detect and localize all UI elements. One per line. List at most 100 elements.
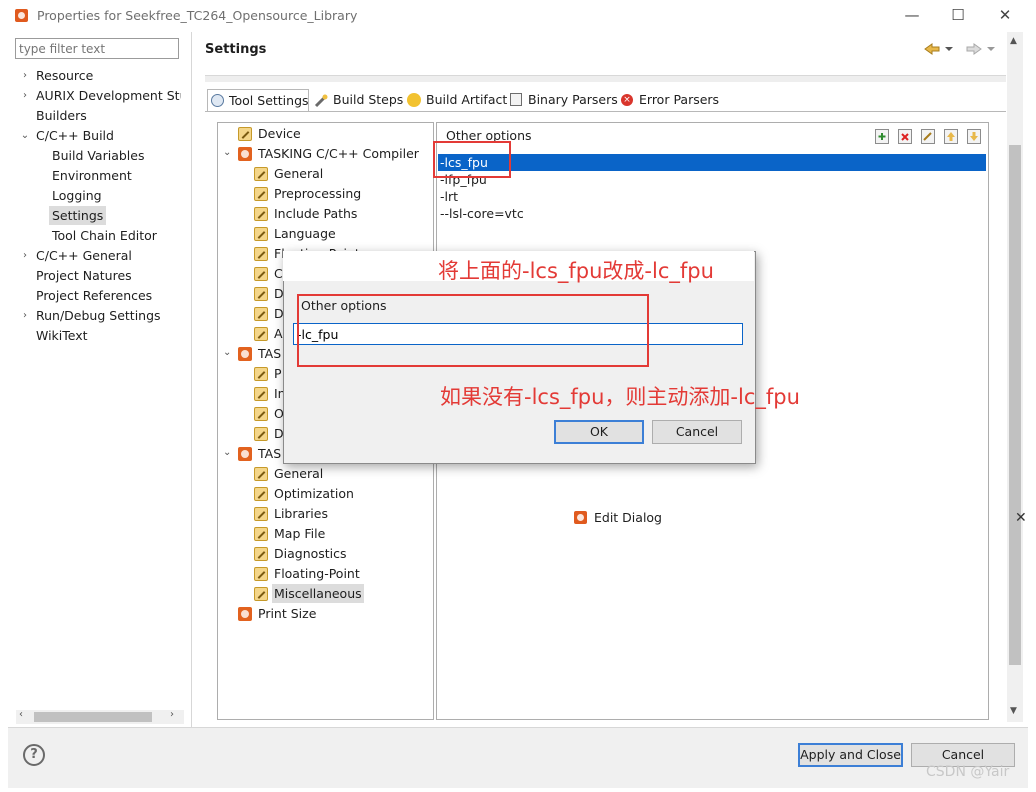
annotation-box-dialog: [297, 294, 649, 367]
option-item[interactable]: -lcs_fpu: [438, 154, 986, 171]
option-item[interactable]: -lrt: [438, 188, 986, 205]
tree-item-language[interactable]: Language: [274, 224, 336, 243]
wrench-icon: [254, 247, 268, 261]
tab-label: Build Steps: [333, 92, 404, 107]
tree-item-compiler[interactable]: TASKING C/C++ Compiler: [258, 144, 419, 163]
edit-option-icon[interactable]: [921, 129, 935, 144]
wrench-icon: [254, 567, 268, 581]
tree-item-general[interactable]: General: [274, 464, 323, 483]
window-title-bar: Properties for Seekfree_TC264_Opensource…: [0, 0, 1036, 32]
history-nav-icons[interactable]: [923, 42, 1001, 56]
tree-item-device[interactable]: Device: [258, 124, 301, 143]
nav-item-logging[interactable]: Logging: [52, 186, 102, 205]
vertical-scroll-thumb[interactable]: [1009, 145, 1021, 665]
tasking-icon: [238, 607, 252, 621]
dialog-close-icon[interactable]: ✕: [1015, 510, 1027, 526]
collapse-arrow-icon[interactable]: ⌄: [223, 347, 231, 358]
wrench-icon: [254, 547, 268, 561]
annotation-text-top: 将上面的-lcs_fpu改成-lc_fpu: [438, 259, 714, 283]
add-option-icon[interactable]: [875, 129, 889, 144]
tab-label: Build Artifact: [426, 92, 508, 107]
tree-item-partial[interactable]: C: [274, 264, 283, 283]
tree-item-partial[interactable]: A: [274, 324, 283, 343]
tree-item-general[interactable]: General: [274, 164, 323, 183]
expand-arrow-icon[interactable]: ›: [20, 66, 30, 85]
tree-item-tasking-linker[interactable]: TAS: [258, 444, 281, 463]
wrench-icon: [254, 587, 268, 601]
tree-item-diagnostics[interactable]: Diagnostics: [274, 544, 347, 563]
wrench-icon: [254, 527, 268, 541]
nav-scroll-thumb[interactable]: [34, 712, 152, 722]
tab-build-steps[interactable]: Build Steps: [313, 89, 405, 111]
wrench-icon: [254, 187, 268, 201]
nav-item-project-natures[interactable]: Project Natures: [36, 266, 132, 285]
tree-item-print-size[interactable]: Print Size: [258, 604, 316, 623]
help-icon[interactable]: ?: [23, 744, 45, 766]
move-down-icon[interactable]: [967, 129, 981, 144]
tasking-icon: [238, 447, 252, 461]
tab-tool-settings[interactable]: Tool Settings: [207, 89, 309, 112]
tree-item-miscellaneous[interactable]: Miscellaneous: [272, 584, 364, 603]
tasking-icon: [238, 147, 252, 161]
tree-item-optimization[interactable]: Optimization: [274, 484, 354, 503]
scroll-down-icon[interactable]: ▼: [1010, 706, 1017, 716]
tree-item-libraries[interactable]: Libraries: [274, 504, 328, 523]
collapse-arrow-icon[interactable]: ⌄: [223, 447, 231, 458]
option-item[interactable]: --lsl-core=vtc: [438, 205, 986, 222]
tab-build-artifact[interactable]: Build Artifact: [406, 89, 508, 111]
annotation-box-option: [433, 141, 511, 178]
scroll-left-icon[interactable]: ‹: [19, 709, 23, 720]
nav-item-tool-chain-editor[interactable]: Tool Chain Editor: [52, 226, 157, 245]
filter-input[interactable]: [15, 38, 179, 59]
tree-item-include-paths[interactable]: Include Paths: [274, 204, 357, 223]
tree-item-partial[interactable]: P: [274, 364, 282, 383]
tool-settings-icon: [211, 94, 224, 107]
expand-arrow-icon[interactable]: ›: [20, 306, 30, 325]
tree-item-map-file[interactable]: Map File: [274, 524, 325, 543]
tab-label: Tool Settings: [229, 93, 309, 108]
scroll-up-icon[interactable]: ▲: [1010, 36, 1017, 46]
tree-item-preprocessing[interactable]: Preprocessing: [274, 184, 361, 203]
delete-option-icon[interactable]: [898, 129, 912, 144]
nav-item-builders[interactable]: Builders: [36, 106, 87, 125]
dialog-cancel-button[interactable]: Cancel: [652, 420, 742, 444]
build-artifact-icon: [407, 93, 421, 107]
apply-and-close-button[interactable]: Apply and Close: [798, 743, 903, 767]
wrench-icon: [254, 167, 268, 181]
tab-error-parsers[interactable]: × Error Parsers: [619, 89, 721, 111]
collapse-arrow-icon[interactable]: ⌄: [20, 126, 30, 145]
nav-item-build-variables[interactable]: Build Variables: [52, 146, 144, 165]
nav-item-run-debug[interactable]: Run/Debug Settings: [36, 306, 161, 325]
nav-item-aurix[interactable]: AURIX Development Studio: [36, 86, 181, 105]
wrench-icon: [254, 307, 268, 321]
collapse-arrow-icon[interactable]: ⌄: [223, 147, 231, 158]
tab-underline: [205, 111, 1006, 112]
tasking-icon: [238, 347, 252, 361]
minimize-button[interactable]: —: [892, 4, 932, 26]
option-item[interactable]: -lfp_fpu: [438, 171, 986, 188]
nav-item-settings[interactable]: Settings: [49, 206, 107, 225]
nav-item-cpp-general[interactable]: C/C++ General: [36, 246, 132, 265]
nav-item-project-references[interactable]: Project References: [36, 286, 152, 305]
scroll-right-icon[interactable]: ›: [170, 709, 174, 720]
tab-label: Error Parsers: [639, 92, 720, 107]
wrench-icon: [254, 367, 268, 381]
tree-item-floating-point[interactable]: Floating-Point: [274, 564, 360, 583]
nav-item-wikitext[interactable]: WikiText: [36, 326, 88, 345]
nav-item-cpp-build[interactable]: C/C++ Build: [36, 126, 114, 145]
binary-parsers-icon: [510, 93, 522, 106]
move-up-icon[interactable]: [944, 129, 958, 144]
expand-arrow-icon[interactable]: ›: [20, 86, 30, 105]
tab-binary-parsers[interactable]: Binary Parsers: [508, 89, 618, 111]
close-button[interactable]: ✕: [985, 4, 1025, 26]
wrench-icon: [254, 487, 268, 501]
nav-item-resource[interactable]: Resource: [36, 66, 93, 85]
tree-item-tasking-assembler[interactable]: TAS: [258, 344, 281, 363]
ok-button[interactable]: OK: [554, 420, 644, 444]
window-title: Properties for Seekfree_TC264_Opensource…: [37, 8, 358, 23]
maximize-button[interactable]: ☐: [938, 4, 978, 26]
nav-item-environment[interactable]: Environment: [52, 166, 132, 185]
wrench-icon: [254, 227, 268, 241]
expand-arrow-icon[interactable]: ›: [20, 246, 30, 265]
tab-label: Binary Parsers: [528, 92, 618, 107]
